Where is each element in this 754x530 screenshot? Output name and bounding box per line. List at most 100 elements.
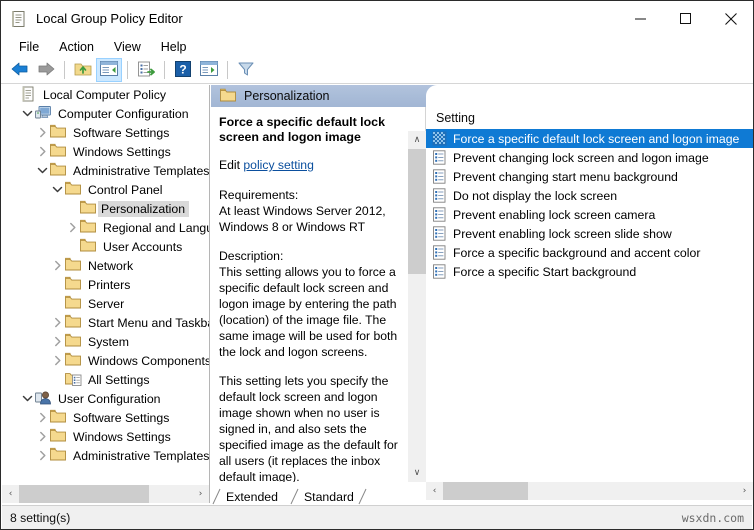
tree-item-server[interactable]: Server [2, 294, 209, 313]
list-scroll-thumb[interactable] [443, 482, 528, 500]
tree-item-software-settings[interactable]: Software Settings [2, 408, 209, 427]
tree-scroll-thumb[interactable] [19, 485, 149, 503]
list-scroll-right-button[interactable]: › [736, 482, 753, 500]
tree-item-all-settings[interactable]: All Settings [2, 370, 209, 389]
tree-scroll-track[interactable] [19, 485, 192, 503]
tree-item-control-panel[interactable]: Control Panel [2, 180, 209, 199]
back-button[interactable] [7, 58, 33, 82]
chevron-right-icon[interactable] [50, 313, 65, 332]
status-bar: 8 setting(s) wsxdn.com [2, 505, 752, 529]
settings-list-row[interactable]: Force a specific Start background [426, 262, 753, 281]
tree-item-label: Software Settings [73, 410, 170, 425]
list-scroll-left-button[interactable]: ‹ [426, 482, 443, 500]
folder-icon [65, 181, 82, 198]
properties-button[interactable] [196, 58, 222, 82]
tree-item-personalization[interactable]: Personalization [2, 199, 209, 218]
detail-scroll-up-button[interactable]: ∧ [408, 131, 426, 149]
chevron-right-icon[interactable] [50, 332, 65, 351]
detail-scroll-thumb[interactable] [408, 149, 426, 274]
tree-item-software-settings[interactable]: Software Settings [2, 123, 209, 142]
close-button[interactable] [708, 1, 753, 36]
tree-item-start-menu-and-taskba[interactable]: Start Menu and Taskba [2, 313, 209, 332]
chevron-right-icon[interactable] [35, 408, 50, 427]
settings-list-row[interactable]: Force a specific default lock screen and… [426, 129, 753, 148]
policy-setting-link[interactable]: policy setting [243, 158, 313, 172]
settings-list-row[interactable]: Force a specific background and accent c… [426, 243, 753, 262]
settings-list-row[interactable]: Prevent changing lock screen and logon i… [426, 148, 753, 167]
chevron-right-icon[interactable] [35, 446, 50, 465]
chevron-right-icon[interactable] [50, 256, 65, 275]
toolbar-separator-1 [64, 61, 65, 79]
list-scroll-track[interactable] [443, 482, 736, 500]
title-bar: Local Group Policy Editor [1, 1, 753, 36]
folder-header-curve [426, 85, 753, 107]
tree-item-administrative-templates[interactable]: Administrative Templates [2, 161, 209, 180]
tree-item-label: User Configuration [58, 391, 161, 406]
chevron-down-icon[interactable] [35, 161, 50, 180]
chevron-right-icon[interactable] [65, 218, 80, 237]
tree-item-windows-components[interactable]: Windows Components [2, 351, 209, 370]
up-one-level-button[interactable] [70, 58, 96, 82]
minimize-button[interactable] [618, 1, 663, 36]
forward-button[interactable] [33, 58, 59, 82]
tree-item-windows-settings[interactable]: Windows Settings [2, 142, 209, 161]
help-icon: ? [175, 60, 191, 80]
tree-item-label: All Settings [88, 372, 150, 387]
tab-extended[interactable]: Extended [212, 488, 290, 505]
tree-item-printers[interactable]: Printers [2, 275, 209, 294]
menu-file[interactable]: File [10, 38, 48, 56]
detail-spacer-1 [219, 235, 415, 248]
filter-icon [237, 61, 255, 80]
list-horizontal-scrollbar[interactable]: ‹ › [426, 482, 753, 500]
chevron-down-icon[interactable] [20, 104, 35, 123]
tree-item-windows-settings[interactable]: Windows Settings [2, 427, 209, 446]
policy-setting-icon [432, 244, 448, 261]
settings-list-row[interactable]: Do not display the lock screen [426, 186, 753, 205]
menu-action[interactable]: Action [50, 38, 103, 56]
column-header-setting[interactable]: Setting [426, 107, 753, 129]
chevron-down-icon[interactable] [20, 389, 35, 408]
description-paragraph-2: This setting lets you specify the defaul… [219, 374, 398, 482]
chevron-right-icon[interactable] [35, 142, 50, 161]
tree-scroll-left-button[interactable]: ‹ [2, 485, 19, 503]
tree-item-administrative-templates[interactable]: Administrative Templates [2, 446, 209, 465]
tree-item-regional-and-langu[interactable]: Regional and Langu [2, 218, 209, 237]
policy-setting-icon [432, 263, 448, 280]
help-button[interactable]: ? [170, 58, 196, 82]
settings-list-row[interactable]: Prevent changing start menu background [426, 167, 753, 186]
folder-header-band: Personalization [211, 85, 753, 107]
tree-item-local-computer-policy[interactable]: Local Computer Policy [2, 85, 209, 104]
tree-horizontal-scrollbar[interactable]: ‹ › [2, 485, 210, 503]
chevron-right-icon[interactable] [35, 427, 50, 446]
tree-scroll-right-button[interactable]: › [192, 485, 209, 503]
tree-item-network[interactable]: Network [2, 256, 209, 275]
settings-list-row-label: Prevent enabling lock screen slide show [453, 226, 672, 241]
menu-help[interactable]: Help [152, 38, 196, 56]
export-list-button[interactable] [133, 58, 159, 82]
tab-standard-right-edge [358, 488, 368, 505]
tree-item-user-configuration[interactable]: User Configuration [2, 389, 209, 408]
chevron-right-icon[interactable] [50, 351, 65, 370]
folder-header-label: Personalization [244, 89, 330, 103]
folder-icon [80, 238, 97, 255]
show-hide-console-tree-button[interactable] [96, 58, 122, 82]
tab-standard[interactable]: Standard [290, 488, 368, 505]
detail-scroll-down-button[interactable]: ∨ [408, 464, 426, 482]
folder-icon [50, 409, 67, 426]
settings-list-row-label: Prevent changing start menu background [453, 169, 678, 184]
console-tree-pane[interactable]: Local Computer Policy Computer Configurat… [2, 85, 210, 485]
detail-vertical-scrollbar[interactable]: ∧ ∨ [408, 131, 426, 482]
tree-item-system[interactable]: System [2, 332, 209, 351]
tree-item-label: Windows Settings [73, 429, 171, 444]
menu-view[interactable]: View [105, 38, 150, 56]
tree-item-label: User Accounts [103, 239, 183, 254]
maximize-button[interactable] [663, 1, 708, 36]
settings-list-row[interactable]: Prevent enabling lock screen slide show [426, 224, 753, 243]
detail-scroll-track[interactable] [408, 149, 426, 464]
tree-item-user-accounts[interactable]: User Accounts [2, 237, 209, 256]
chevron-right-icon[interactable] [35, 123, 50, 142]
filter-button[interactable] [233, 58, 259, 82]
settings-list-row[interactable]: Prevent enabling lock screen camera [426, 205, 753, 224]
tree-item-computer-configuration[interactable]: Computer Configuration [2, 104, 209, 123]
chevron-down-icon[interactable] [50, 180, 65, 199]
